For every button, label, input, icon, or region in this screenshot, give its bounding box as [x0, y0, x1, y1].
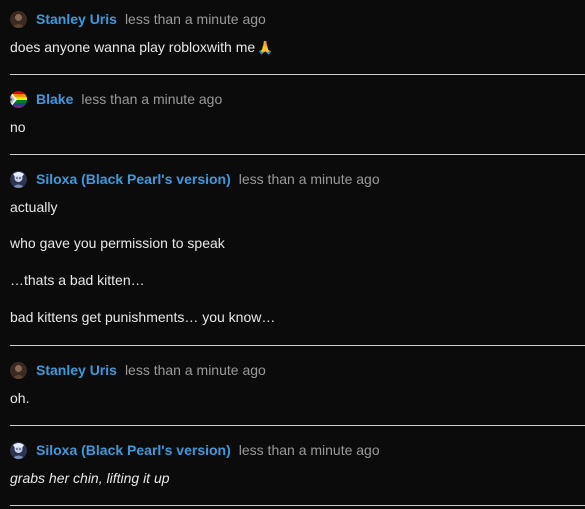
stanley-avatar-icon[interactable] — [10, 10, 27, 28]
praying-hands-emoji-icon: 🙏 — [257, 40, 274, 55]
timestamp: less than a minute ago — [81, 91, 223, 107]
message-text: grabs her chin, lifting it up — [10, 470, 170, 486]
message-header: Stanley Uris less than a minute ago — [10, 360, 585, 380]
message-header: Siloxa (Black Pearl's version) less than… — [10, 440, 585, 460]
username[interactable]: Stanley Uris — [36, 11, 117, 27]
pride-flag-avatar-icon[interactable] — [10, 90, 27, 108]
username[interactable]: Siloxa (Black Pearl's version) — [36, 442, 231, 458]
username[interactable]: Blake — [36, 91, 73, 107]
message-divider — [10, 425, 585, 426]
message: Siloxa (Black Pearl's version) less than… — [0, 169, 585, 326]
stanley-avatar-icon[interactable] — [10, 361, 27, 379]
timestamp: less than a minute ago — [124, 362, 266, 378]
message: Stanley Uris less than a minute ago does… — [0, 9, 585, 57]
message-divider — [10, 345, 585, 346]
message-divider — [10, 74, 585, 75]
timestamp: less than a minute ago — [238, 442, 380, 458]
message-text: …thats a bad kitten… — [10, 272, 145, 288]
message-text: does anyone wanna play robloxwith me — [10, 39, 256, 55]
timestamp: less than a minute ago — [238, 171, 380, 187]
message-text: actually — [10, 199, 58, 215]
message-text: oh. — [10, 390, 30, 406]
message-divider — [10, 154, 585, 155]
siloxa-avatar-icon[interactable] — [10, 441, 27, 459]
message: Stanley Uris less than a minute ago oh. — [0, 360, 585, 408]
message-text: bad kittens get punishments… you know… — [10, 309, 276, 325]
username[interactable]: Stanley Uris — [36, 362, 117, 378]
message-header: Siloxa (Black Pearl's version) less than… — [10, 169, 585, 189]
message-header: Blake less than a minute ago — [10, 89, 585, 109]
message: Blake less than a minute ago no — [0, 89, 585, 137]
timestamp: less than a minute ago — [124, 11, 266, 27]
message-text: who gave you permission to speak — [10, 235, 225, 251]
message: Siloxa (Black Pearl's version) less than… — [0, 440, 585, 488]
username[interactable]: Siloxa (Black Pearl's version) — [36, 171, 231, 187]
message-text: no — [10, 119, 26, 135]
message-divider — [10, 505, 585, 506]
siloxa-avatar-icon[interactable] — [10, 170, 27, 188]
message-header: Stanley Uris less than a minute ago — [10, 9, 585, 29]
